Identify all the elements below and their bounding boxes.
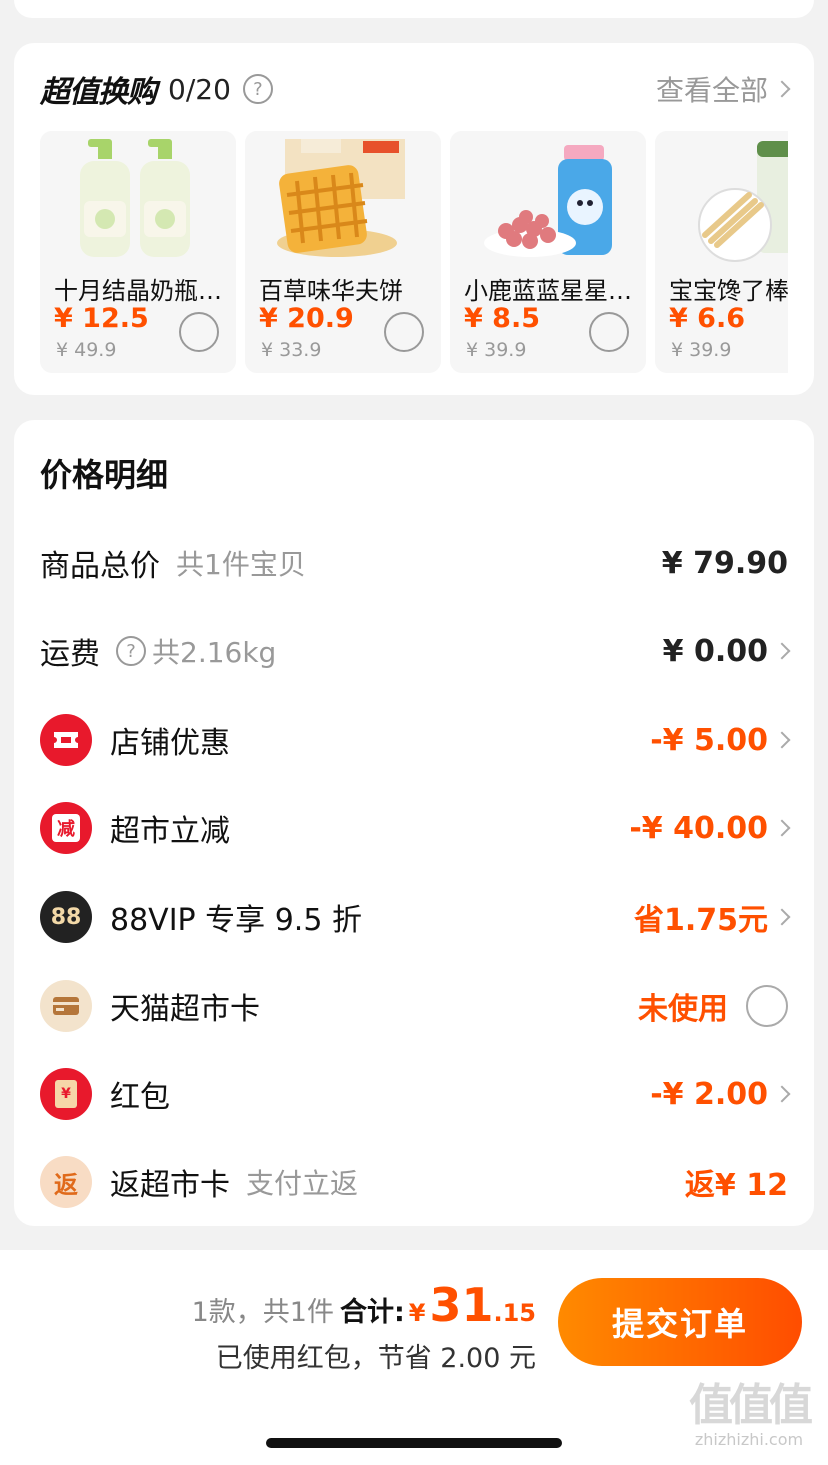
watermark-logo: 值值值 — [689, 1380, 813, 1431]
watermark: 值值值 zhizhizhi.com — [676, 1380, 822, 1450]
total-label: 合计: — [339, 1297, 405, 1328]
product-card[interactable]: 十月结晶奶瓶清洗剂 ¥ 12.5 ¥ 49.9 — [40, 131, 236, 373]
goods-total-row: 商品总价 共1件宝贝 ¥ 79.90 — [40, 533, 788, 593]
red-packet-icon-text: ¥ — [55, 1080, 77, 1108]
row-value: -¥ 2.00 — [650, 1076, 768, 1112]
chevron-right-icon — [773, 80, 791, 98]
price-detail-title: 价格明细 — [40, 456, 169, 494]
product-name: 百草味华夫饼 — [259, 277, 403, 305]
exchange-count: 0/20 — [168, 72, 231, 106]
reduce-icon-text: 减 — [52, 814, 80, 842]
view-all-label: 查看全部 — [655, 74, 768, 107]
view-all-link[interactable]: 查看全部 — [655, 69, 791, 109]
total-integer: 31 — [429, 1278, 494, 1332]
row-value: -¥ 5.00 — [650, 722, 768, 758]
product-select-radio[interactable] — [589, 312, 629, 352]
previous-card — [14, 0, 814, 18]
row-value: -¥ 40.00 — [629, 810, 768, 846]
total-decimal: .15 — [493, 1299, 536, 1327]
help-icon[interactable]: ? — [242, 74, 273, 104]
savings-text: 已使用红包，节省 2.00 元 — [215, 1343, 536, 1374]
row-value-wrap: ¥ 0.00 — [662, 633, 791, 669]
product-card[interactable]: 百草味华夫饼 ¥ 20.9 ¥ 33.9 — [245, 131, 441, 373]
bottle-cleaner-image — [40, 131, 236, 265]
exchange-card: 超值换购 0/20 ? 查看全部 十月结晶奶瓶清洗剂 — [14, 43, 814, 395]
row-sub: 共1件宝贝 — [176, 548, 306, 581]
row-sub: 支付立返 — [246, 1167, 359, 1200]
exchange-title: 超值换购 — [40, 75, 157, 110]
product-original-price: ¥ 39.9 — [671, 339, 732, 361]
product-price: ¥ 8.5 — [464, 303, 541, 334]
row-label: 88VIP 专享 9.5 折 — [110, 903, 362, 938]
product-card[interactable]: 小鹿蓝蓝星星泡芙 ¥ 8.5 ¥ 39.9 — [450, 131, 646, 373]
card-icon — [40, 980, 92, 1032]
vip-88-icon: 88 — [40, 891, 92, 943]
product-select-radio[interactable] — [179, 312, 219, 352]
row-value-wrap: -¥ 5.00 — [650, 722, 791, 758]
row-label: 天猫超市卡 — [110, 992, 260, 1027]
cashback-row: 返 返超市卡 支付立返 返¥ 12 — [40, 1152, 788, 1212]
home-indicator[interactable] — [266, 1438, 562, 1448]
baby-sticks-image — [655, 131, 788, 265]
product-original-price: ¥ 33.9 — [261, 339, 322, 361]
coupon-icon — [40, 714, 92, 766]
product-original-price: ¥ 39.9 — [466, 339, 527, 361]
item-count: 1款，共1件 — [191, 1297, 334, 1328]
row-value: 省1.75元 — [633, 903, 768, 938]
help-icon[interactable]: ? — [116, 636, 146, 666]
shop-discount-row[interactable]: 店铺优惠 -¥ 5.00 — [40, 710, 791, 770]
product-original-price: ¥ 49.9 — [56, 339, 117, 361]
row-value-wrap: -¥ 40.00 — [629, 810, 791, 846]
row-value-wrap: -¥ 2.00 — [650, 1076, 791, 1112]
row-value: 未使用 — [638, 992, 728, 1027]
product-price: ¥ 6.6 — [669, 303, 746, 334]
watermark-url: zhizhizhi.com — [694, 1430, 804, 1449]
row-value: ¥ 0.00 — [662, 633, 768, 669]
red-packet-icon: ¥ — [40, 1068, 92, 1120]
currency-symbol: ¥ — [408, 1299, 426, 1327]
row-value-wrap: 未使用 — [638, 984, 788, 1028]
total-summary: 1款，共1件 合计: ¥ 31 .15 — [192, 1278, 536, 1332]
product-name: 小鹿蓝蓝星星泡芙 — [464, 277, 636, 305]
chevron-right-icon — [773, 908, 791, 926]
cashback-icon: 返 — [40, 1156, 92, 1208]
shipping-row[interactable]: 运费 ? 共2.16kg ¥ 0.00 — [40, 621, 791, 681]
row-label: 商品总价 — [40, 549, 160, 584]
vip-discount-row[interactable]: 88 88VIP 专享 9.5 折 省1.75元 — [40, 887, 791, 947]
product-list[interactable]: 十月结晶奶瓶清洗剂 ¥ 12.5 ¥ 49.9 — [40, 131, 788, 375]
puffs-image — [450, 131, 646, 265]
chevron-right-icon — [773, 819, 791, 837]
card-select-radio[interactable] — [746, 985, 788, 1027]
supermarket-card-row[interactable]: 天猫超市卡 未使用 — [40, 976, 788, 1036]
product-price: ¥ 12.5 — [54, 303, 149, 334]
row-value: 返¥ 12 — [684, 1168, 788, 1203]
supermarket-reduce-row[interactable]: 减 超市立减 -¥ 40.00 — [40, 798, 791, 858]
row-label: 超市立减 — [110, 814, 230, 849]
chevron-right-icon — [773, 1085, 791, 1103]
waffle-image — [245, 131, 441, 265]
product-card[interactable]: 宝宝馋了棒 ¥ 6.6 ¥ 39.9 — [655, 131, 788, 373]
chevron-right-icon — [773, 731, 791, 749]
product-name: 宝宝馋了棒 — [669, 277, 788, 305]
product-name: 十月结晶奶瓶清洗剂 — [54, 277, 226, 305]
row-label: 店铺优惠 — [110, 726, 230, 761]
exchange-header: 超值换购 0/20 ? 查看全部 — [40, 69, 791, 110]
price-detail-card: 价格明细 商品总价 共1件宝贝 ¥ 79.90 运费 ? 共2.16kg ¥ 0… — [14, 420, 814, 1226]
row-sub: 共2.16kg — [152, 636, 277, 669]
product-select-radio[interactable] — [384, 312, 424, 352]
chevron-right-icon — [773, 642, 791, 660]
row-label: 红包 — [110, 1080, 170, 1115]
submit-order-button[interactable]: 提交订单 — [558, 1278, 802, 1366]
row-value: ¥ 79.90 — [661, 545, 788, 581]
reduce-icon: 减 — [40, 802, 92, 854]
row-label: 运费 — [40, 637, 100, 672]
row-value-wrap: 省1.75元 — [633, 895, 791, 939]
product-price: ¥ 20.9 — [259, 303, 354, 334]
red-packet-row[interactable]: ¥ 红包 -¥ 2.00 — [40, 1064, 791, 1124]
row-label: 返超市卡 — [110, 1168, 230, 1203]
